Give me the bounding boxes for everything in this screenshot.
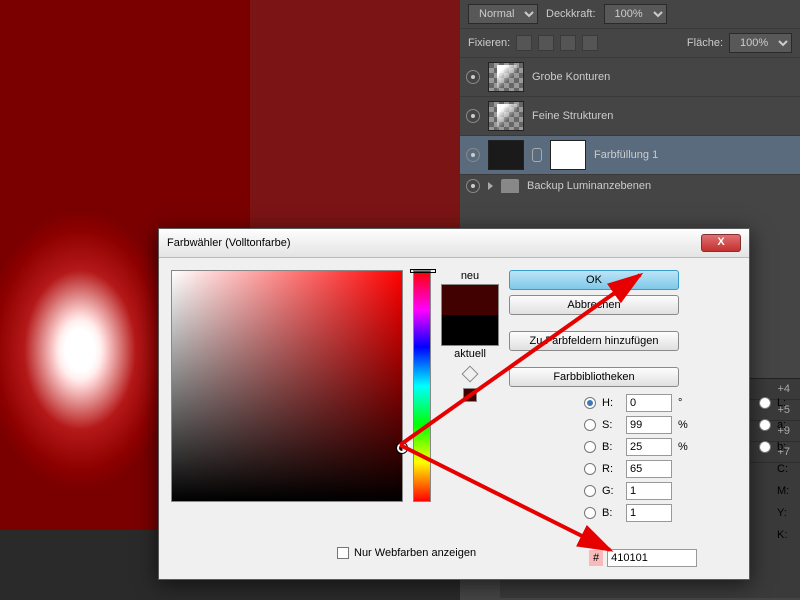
- lock-position-icon[interactable]: [560, 35, 576, 51]
- dialog-title: Farbwähler (Volltonfarbe): [167, 237, 291, 249]
- layer-thumb[interactable]: [488, 140, 524, 170]
- radio-a[interactable]: [759, 419, 771, 431]
- web-colors-checkbox[interactable]: [337, 547, 349, 559]
- h-input[interactable]: [626, 394, 672, 412]
- preview-old-label: aktuell: [454, 348, 486, 360]
- layers-list: Grobe Konturen Feine Strukturen Farbfüll…: [460, 58, 800, 197]
- mask-thumb[interactable]: [550, 140, 586, 170]
- radio-lb[interactable]: [759, 441, 771, 453]
- lock-all-icon[interactable]: [582, 35, 598, 51]
- lock-transparency-icon[interactable]: [516, 35, 532, 51]
- web-colors-row: Nur Webfarben anzeigen: [337, 547, 476, 559]
- visibility-icon[interactable]: [466, 70, 480, 84]
- websafe-swatch[interactable]: [463, 388, 477, 402]
- lock-label: Fixieren:: [468, 37, 510, 49]
- ok-button[interactable]: OK: [509, 270, 679, 290]
- hsb-rgb-fields: H:° S:% B:% R: G: B:: [584, 394, 692, 522]
- layer-thumb[interactable]: [488, 62, 524, 92]
- layer-row-selected[interactable]: Farbfüllung 1: [460, 136, 800, 175]
- g-input[interactable]: [626, 482, 672, 500]
- blend-mode-select[interactable]: Normal: [468, 4, 538, 24]
- cancel-button[interactable]: Abbrechen: [509, 295, 679, 315]
- preview-old-swatch: [442, 315, 498, 345]
- color-picker-dialog: Farbwähler (Volltonfarbe) X neu aktuell …: [158, 228, 750, 580]
- close-button[interactable]: X: [701, 234, 741, 252]
- disclosure-triangle-icon[interactable]: [488, 182, 493, 190]
- cube-icon[interactable]: [462, 366, 479, 383]
- s-input[interactable]: [626, 416, 672, 434]
- lab-cmyk-fields: L: a: b: C:% M:% Y:% K:%: [759, 394, 800, 544]
- hex-row: #: [589, 549, 697, 567]
- web-colors-label: Nur Webfarben anzeigen: [354, 547, 476, 559]
- lock-row: Fixieren: Fläche: 100%: [460, 29, 800, 58]
- fill-select[interactable]: 100%: [729, 33, 792, 53]
- preview-column: neu aktuell: [441, 270, 499, 502]
- b2-input[interactable]: [626, 504, 672, 522]
- hex-label: #: [589, 550, 603, 566]
- color-libraries-button[interactable]: Farbbibliotheken: [509, 367, 679, 387]
- layer-row[interactable]: Feine Strukturen: [460, 97, 800, 136]
- add-swatch-button[interactable]: Zu Farbfeldern hinzufügen: [509, 331, 679, 351]
- layer-group-row[interactable]: Backup Luminanzebenen: [460, 175, 800, 197]
- visibility-icon[interactable]: [466, 179, 480, 193]
- layer-name: Farbfüllung 1: [594, 149, 658, 161]
- hue-slider[interactable]: [413, 270, 431, 502]
- saturation-value-field[interactable]: [171, 270, 403, 502]
- link-icon[interactable]: [532, 148, 542, 162]
- sv-cursor-icon: [397, 443, 407, 453]
- layer-row[interactable]: Grobe Konturen: [460, 58, 800, 97]
- radio-s[interactable]: [584, 419, 596, 431]
- layer-thumb[interactable]: [488, 101, 524, 131]
- radio-h[interactable]: [584, 397, 596, 409]
- layer-name: Grobe Konturen: [532, 71, 610, 83]
- hex-input[interactable]: [607, 549, 697, 567]
- radio-l[interactable]: [759, 397, 771, 409]
- layer-name: Backup Luminanzebenen: [527, 180, 651, 192]
- opacity-label: Deckkraft:: [546, 8, 596, 20]
- b-input[interactable]: [626, 438, 672, 456]
- preview-new-swatch: [442, 285, 498, 315]
- color-preview[interactable]: [441, 284, 499, 346]
- radio-g[interactable]: [584, 485, 596, 497]
- hue-cursor-icon: [410, 269, 436, 273]
- folder-icon: [501, 179, 519, 193]
- preview-new-label: neu: [461, 270, 479, 282]
- fill-label: Fläche:: [687, 37, 723, 49]
- r-input[interactable]: [626, 460, 672, 478]
- radio-bb[interactable]: [584, 507, 596, 519]
- layer-name: Feine Strukturen: [532, 110, 613, 122]
- radio-b[interactable]: [584, 441, 596, 453]
- panel-header: Normal Deckkraft: 100%: [460, 0, 800, 29]
- opacity-select[interactable]: 100%: [604, 4, 667, 24]
- lock-paint-icon[interactable]: [538, 35, 554, 51]
- visibility-icon[interactable]: [466, 109, 480, 123]
- dialog-titlebar[interactable]: Farbwähler (Volltonfarbe) X: [159, 229, 749, 258]
- radio-r[interactable]: [584, 463, 596, 475]
- visibility-icon[interactable]: [466, 148, 480, 162]
